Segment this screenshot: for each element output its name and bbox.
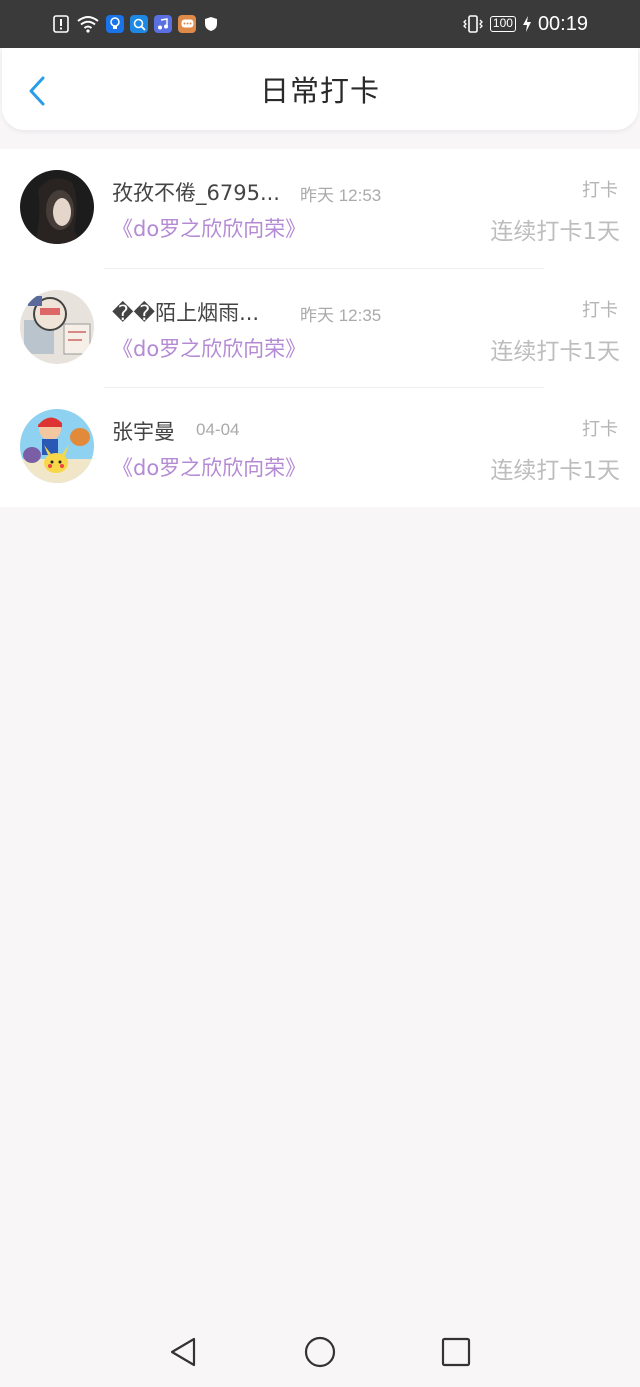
alert-icon xyxy=(52,15,70,33)
checkin-row[interactable]: 张宇曼 04-04 《do罗之欣欣向荣》 打卡 连续打卡1天 xyxy=(0,388,640,508)
checkin-time: 昨天 12:53 xyxy=(300,186,382,205)
streak-text: 连续打卡1天 xyxy=(490,219,620,245)
checkin-time: 04-04 xyxy=(196,420,240,439)
book-title-link[interactable]: 《do罗之欣欣向荣》 xyxy=(112,213,306,243)
system-nav-bar xyxy=(0,1316,640,1387)
status-bar-left xyxy=(52,15,220,33)
checkin-time: 昨天 12:35 xyxy=(300,305,382,325)
book-title-link[interactable]: 《do罗之欣欣向荣》 xyxy=(112,333,306,363)
home-circle-icon xyxy=(302,1336,338,1374)
clock: 00:19 xyxy=(537,12,588,35)
checkin-tag: 打卡 xyxy=(582,299,618,321)
music-app-icon xyxy=(154,15,172,33)
user-name: 张宇曼 xyxy=(112,420,175,444)
header: 日常打卡 xyxy=(2,48,638,130)
page-title: 日常打卡 xyxy=(259,74,380,108)
nav-recents-button[interactable] xyxy=(438,1334,474,1370)
search-app-icon xyxy=(130,15,148,33)
back-triangle-icon xyxy=(166,1337,202,1374)
checkin-row[interactable]: ��陌上烟雨... 昨天 12:35 《do罗之欣欣向荣》 打卡 连续打卡1天 xyxy=(0,269,640,388)
book-title-link[interactable]: 《do罗之欣欣向荣》 xyxy=(112,452,306,482)
streak-text: 连续打卡1天 xyxy=(490,338,620,365)
status-bar: 100 00:19 xyxy=(0,0,640,48)
avatar[interactable] xyxy=(20,409,94,483)
user-name: ��陌上烟雨... xyxy=(112,300,260,325)
checkin-list: 孜孜不倦_6795... 昨天 12:53 《do罗之欣欣向荣》 打卡 连续打卡… xyxy=(0,149,640,507)
message-app-icon xyxy=(178,15,196,33)
checkin-row[interactable]: 孜孜不倦_6795... 昨天 12:53 《do罗之欣欣向荣》 打卡 连续打卡… xyxy=(0,149,640,269)
battery-level: 100 xyxy=(489,16,516,32)
recents-square-icon xyxy=(438,1337,474,1374)
avatar[interactable] xyxy=(20,289,94,364)
streak-text: 连续打卡1天 xyxy=(490,458,620,484)
shield-icon xyxy=(202,15,220,33)
avatar[interactable] xyxy=(20,170,94,244)
vibrate-icon xyxy=(462,15,484,33)
bulb-app-icon xyxy=(106,15,124,33)
status-bar-right: 100 00:19 xyxy=(462,13,588,36)
nav-home-button[interactable] xyxy=(302,1334,338,1370)
chevron-left-icon xyxy=(27,75,47,111)
checkin-tag: 打卡 xyxy=(582,419,618,440)
user-name: 孜孜不倦_6795... xyxy=(112,181,280,205)
charging-icon xyxy=(522,15,532,33)
checkin-tag: 打卡 xyxy=(582,180,618,201)
nav-back-button[interactable] xyxy=(166,1334,202,1370)
back-button[interactable] xyxy=(22,76,52,110)
wifi-icon xyxy=(76,15,100,33)
